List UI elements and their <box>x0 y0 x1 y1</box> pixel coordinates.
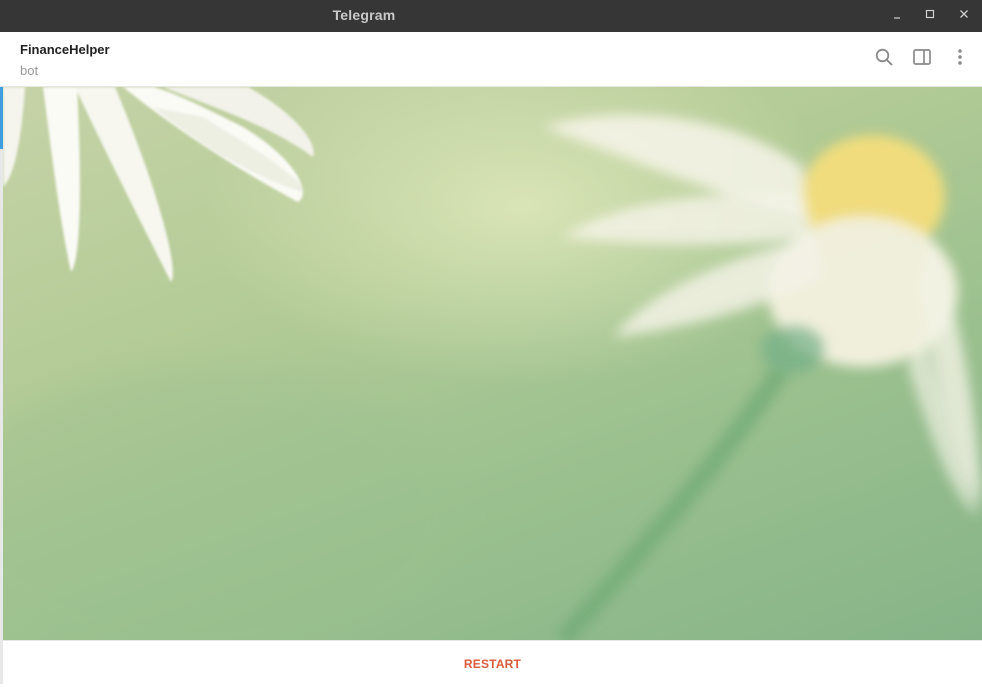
search-button[interactable] <box>873 48 895 70</box>
restart-button[interactable]: RESTART <box>3 641 982 685</box>
more-vertical-icon <box>950 47 970 72</box>
search-icon <box>874 47 894 72</box>
daisy-wallpaper-image <box>3 87 982 640</box>
maximize-button[interactable] <box>920 6 940 26</box>
chat-status: bot <box>20 63 39 78</box>
chat-wallpaper <box>3 87 982 640</box>
maximize-icon <box>924 7 936 25</box>
sidebar-toggle-icon <box>912 47 932 72</box>
minimize-button[interactable] <box>887 6 907 26</box>
close-icon <box>958 7 970 25</box>
window-titlebar: Telegram <box>0 0 982 32</box>
chat-title[interactable]: FinanceHelper <box>20 42 110 57</box>
minimize-icon <box>891 7 903 25</box>
bot-action-bar: RESTART <box>3 640 982 685</box>
more-menu-button[interactable] <box>949 48 971 70</box>
chat-header[interactable]: FinanceHelper bot <box>0 32 982 87</box>
close-button[interactable] <box>954 6 974 26</box>
sidebar-toggle-button[interactable] <box>911 48 933 70</box>
window-title: Telegram <box>332 7 396 23</box>
